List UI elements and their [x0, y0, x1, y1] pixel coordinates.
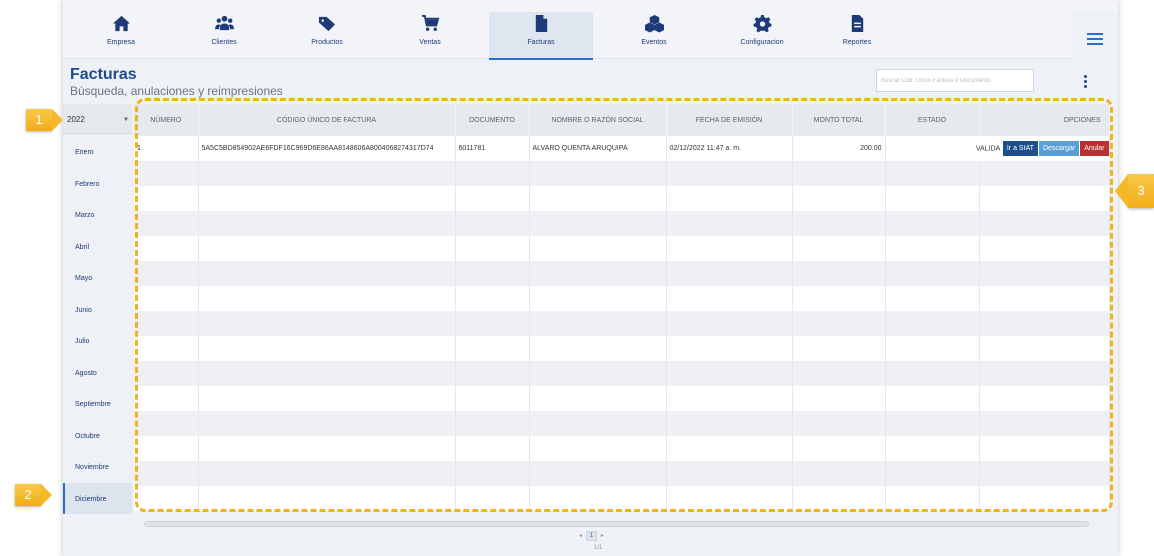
month-item-diciembre[interactable]: Diciembre	[63, 482, 132, 514]
month-item-enero[interactable]: Enero	[63, 136, 132, 168]
month-item-abril[interactable]: Abril	[63, 231, 132, 263]
hamburger-icon-bar	[1087, 38, 1103, 40]
nav-item-empresa[interactable]: Empresa	[69, 12, 173, 60]
month-item-agosto[interactable]: Agosto	[63, 357, 132, 389]
more-vertical-icon-dot	[1084, 85, 1087, 88]
nav-label: Facturas	[527, 39, 555, 46]
step-marker-2: 2	[15, 484, 52, 506]
nav-item-reportes[interactable]: Reportes	[805, 12, 909, 60]
month-item-febrero[interactable]: Febrero	[63, 168, 132, 200]
nav-item-facturas[interactable]: Facturas	[489, 12, 593, 60]
year-select[interactable]: 2022 ▼	[63, 104, 132, 134]
page-subtitle: Búsqueda, anulaciones y reimpresiones	[70, 84, 283, 98]
step-marker-1: 1	[26, 109, 63, 131]
year-value: 2022	[67, 115, 85, 124]
month-item-junio[interactable]: Junio	[63, 294, 132, 326]
search-input[interactable]	[876, 69, 1034, 92]
page-button-current[interactable]: 1	[585, 531, 598, 541]
page-count: 1/1	[594, 545, 603, 551]
month-item-mayo[interactable]: Mayo	[63, 262, 132, 294]
pagination: ◂ 1 ▸	[578, 531, 605, 541]
nav-item-configuracion[interactable]: Configuracion	[710, 12, 814, 60]
month-item-noviembre[interactable]: Noviembre	[63, 451, 132, 483]
nav-item-clientes[interactable]: Clientes	[172, 12, 276, 60]
horizontal-scrollbar[interactable]	[144, 521, 1089, 527]
hamburger-icon-bar	[1087, 43, 1103, 45]
month-item-marzo[interactable]: Marzo	[63, 199, 132, 231]
cart-icon	[378, 12, 482, 34]
nav-label: Reportes	[842, 39, 872, 46]
month-item-septiembre[interactable]: Septiembre	[63, 388, 132, 420]
nav-label: Configuracion	[740, 39, 784, 46]
caret-down-icon: ▼	[123, 117, 129, 123]
nav-item-eventos[interactable]: Eventos	[602, 12, 706, 60]
more-options-button[interactable]	[1075, 72, 1095, 92]
users-icon	[172, 12, 276, 34]
cubes-icon	[602, 12, 706, 34]
report-icon	[805, 12, 909, 34]
file-icon	[489, 12, 593, 34]
nav-label: Empresa	[106, 39, 135, 46]
step-marker-3: 3	[1115, 174, 1154, 208]
more-vertical-icon	[1084, 75, 1087, 78]
tags-icon	[275, 12, 379, 34]
month-item-julio[interactable]: Julio	[63, 325, 132, 357]
month-list: Enero Febrero Marzo Abril Mayo Junio Jul…	[63, 136, 132, 514]
nav-label: Eventos	[641, 39, 667, 46]
highlight-frame	[135, 98, 1113, 512]
home-icon	[69, 12, 173, 34]
nav-label: Clientes	[211, 39, 237, 46]
nav-label: Ventas	[419, 39, 441, 46]
hamburger-icon	[1087, 33, 1103, 35]
nav-item-ventas[interactable]: Ventas	[378, 12, 482, 60]
more-vertical-icon-dot	[1084, 80, 1087, 83]
nav-label: Productos	[311, 39, 343, 46]
prev-page-button[interactable]: ◂	[579, 532, 582, 539]
month-item-octubre[interactable]: Octubre	[63, 420, 132, 452]
page-title: Facturas	[70, 66, 137, 83]
next-page-button[interactable]: ▸	[601, 532, 604, 539]
nav-item-productos[interactable]: Productos	[275, 12, 379, 60]
top-navigation: Empresa Clientes Productos Ventas Factur…	[63, 0, 1118, 60]
gear-icon	[710, 12, 814, 34]
hamburger-menu-button[interactable]	[1071, 12, 1118, 59]
